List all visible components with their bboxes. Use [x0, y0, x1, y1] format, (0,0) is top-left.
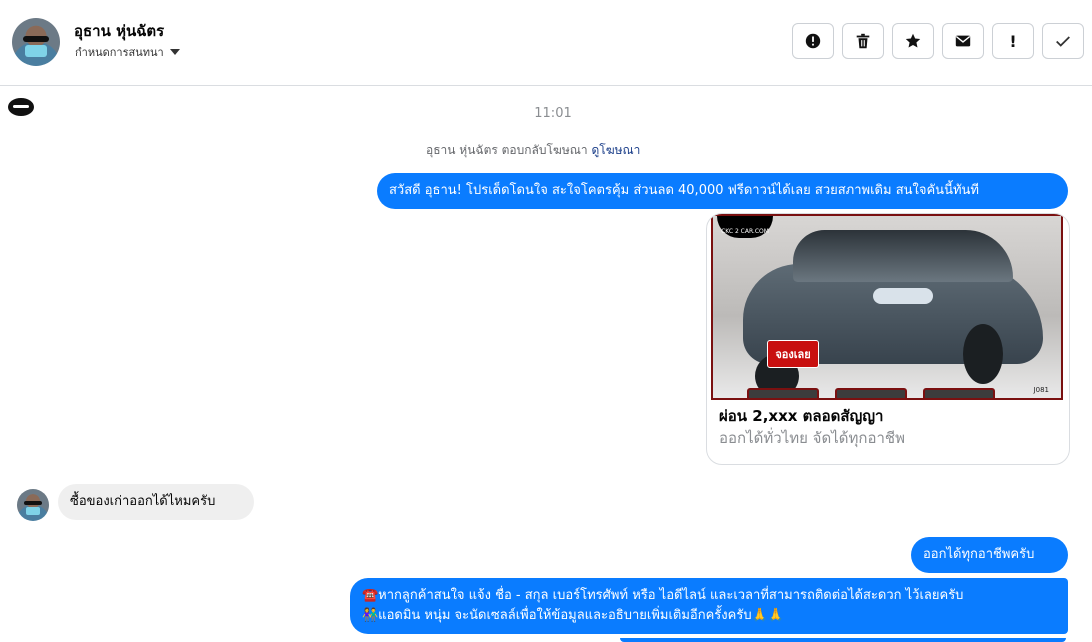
photo-thumbnails: [747, 388, 995, 398]
thumbnail: [747, 388, 819, 398]
caret-down-icon: [169, 49, 180, 55]
reply-message-line: ☎️หากลูกค้าสนใจ แจ้ง ชื่อ - สกุล เบอร์โท…: [362, 588, 964, 603]
header-actions: !: [792, 23, 1084, 59]
brand-logo: CKC 2 CAR.COM: [717, 216, 773, 238]
delete-button[interactable]: [842, 23, 884, 59]
envelope-icon: [955, 35, 971, 47]
ad-card-subtitle: ออกได้ทั่วไทย จัดได้ทุกอาชีพ: [719, 429, 905, 447]
avatar-glasses: [23, 36, 49, 42]
thumbnail: [835, 388, 907, 398]
incoming-message[interactable]: ซื้อของเก่าออกได้ไหมครับ: [58, 484, 254, 520]
conversation-schedule-dropdown[interactable]: กำหนดการสนทนา: [75, 43, 180, 61]
mark-unread-button[interactable]: [942, 23, 984, 59]
conversation-header: อุธาน หุ่นฉัตร กำหนดการสนทนา !: [0, 0, 1092, 86]
avatar-mask: [25, 45, 47, 57]
ad-reply-notice-text: อุธาน หุ่นฉัตร ตอบกลับโฆษณา: [426, 143, 588, 157]
done-button[interactable]: [1042, 23, 1084, 59]
view-ad-link[interactable]: ดูโฆษณา: [591, 143, 640, 157]
reply-message-line: 👫แอดมิน หนุ่ม จะนัดเซลล์เพื่อให้ข้อมูลแล…: [362, 608, 784, 623]
alert-circle-icon: [805, 33, 821, 49]
contact-name[interactable]: อุธาน หุ่นฉัตร: [74, 19, 164, 43]
avatar[interactable]: [12, 18, 60, 66]
next-message-edge: [620, 638, 1066, 642]
car-code: J081: [1033, 386, 1049, 394]
avatar-mask: [26, 507, 40, 515]
avatar-glasses: [24, 501, 42, 505]
thumbnail: [923, 388, 995, 398]
ad-card[interactable]: จองเลย CKC 2 CAR.COM J081 ผ่อน 2,xxx ตลอ…: [706, 213, 1070, 465]
reserve-stamp: จองเลย: [767, 340, 819, 368]
ad-greeting-message[interactable]: สวัสดี อุธาน! โปรเด็ดโดนใจ สะใจโคตรคุ้ม …: [377, 173, 1068, 209]
contact-avatar[interactable]: [17, 489, 49, 521]
important-button[interactable]: !: [992, 23, 1034, 59]
exclamation-icon: !: [1009, 31, 1017, 51]
reply-message-short[interactable]: ออกได้ทุกอาชีพครับ: [911, 537, 1068, 573]
trash-icon: [856, 33, 870, 49]
report-button[interactable]: [792, 23, 834, 59]
message-timestamp: 11:01: [534, 106, 572, 121]
ad-reply-notice: อุธาน หุ่นฉัตร ตอบกลับโฆษณา ดูโฆษณา: [426, 141, 640, 160]
car-photo: จองเลย CKC 2 CAR.COM J081: [711, 214, 1063, 400]
car-windshield: [793, 230, 1013, 282]
reply-message-long[interactable]: ☎️หากลูกค้าสนใจ แจ้ง ชื่อ - สกุล เบอร์โท…: [350, 578, 1068, 634]
star-button[interactable]: [892, 23, 934, 59]
car-wheel-rear: [963, 324, 1003, 384]
car-headlight: [873, 288, 933, 304]
check-icon: [1056, 36, 1070, 47]
conversation-schedule-label: กำหนดการสนทนา: [75, 46, 164, 59]
ad-card-title: ผ่อน 2,xxx ตลอดสัญญา: [719, 407, 884, 425]
star-icon: [905, 33, 921, 48]
